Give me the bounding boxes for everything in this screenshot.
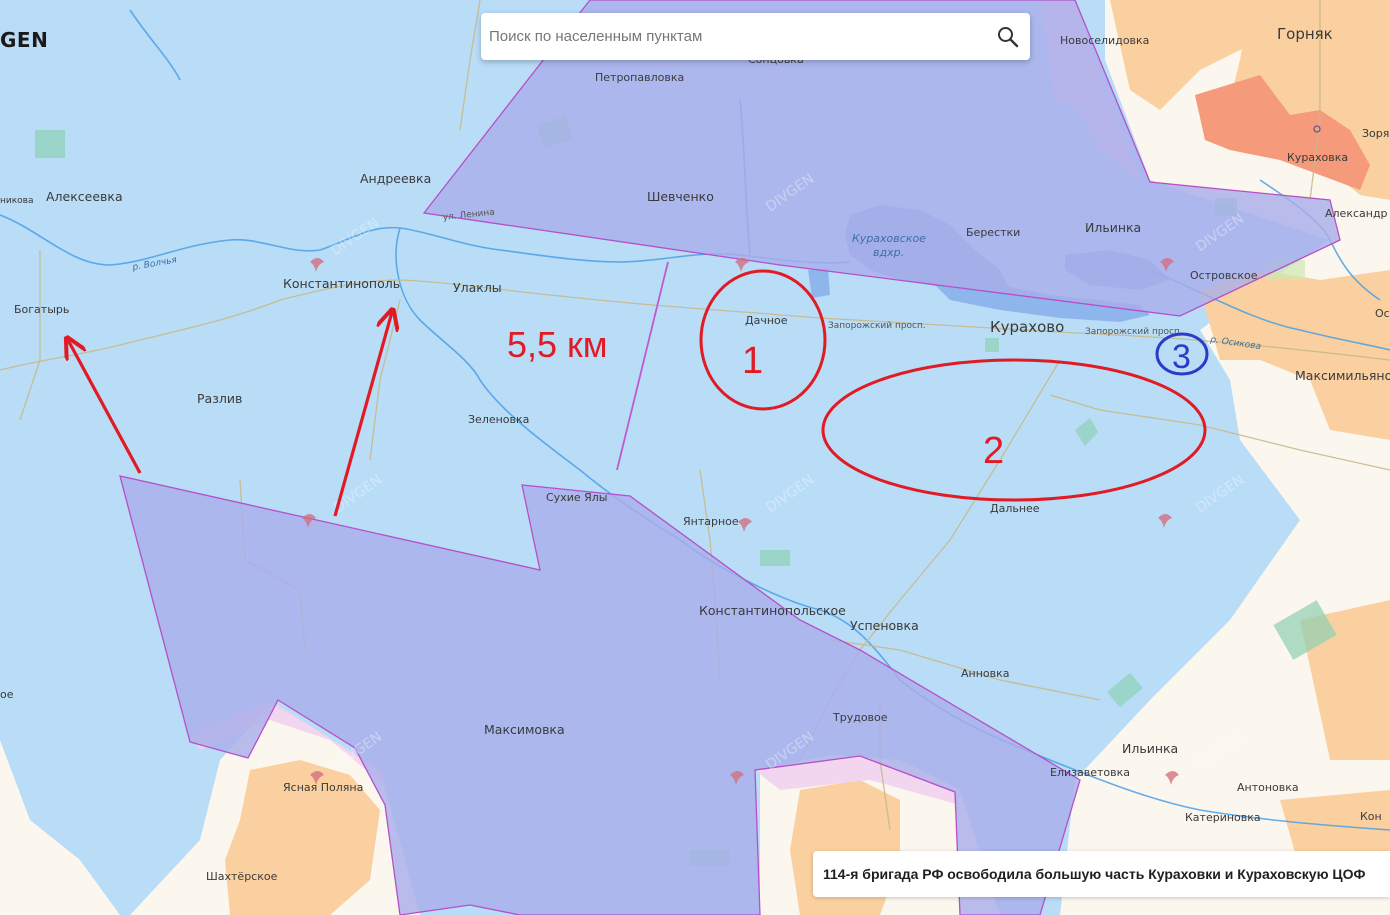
label-trudovoe: Трудовое [832, 711, 888, 724]
label-razliv: Разлив [197, 391, 242, 406]
search-input[interactable] [481, 13, 981, 60]
label-kurakhovo: Курахово [990, 318, 1064, 336]
label-annovka: Анновка [961, 667, 1010, 680]
label-gornyak: Горняк [1277, 25, 1333, 43]
label-kurakhovka: Кураховка [1287, 151, 1348, 164]
label-zorya: Зоря [1362, 127, 1389, 140]
label-bogatyr: Богатырь [14, 303, 69, 316]
label-zaporozhsky-1: Запорожский просп. [828, 321, 926, 331]
label-ilinka-south: Ильинка [1122, 741, 1178, 756]
label-yantarnoe: Янтарное [683, 515, 739, 528]
news-ticker[interactable]: 114-я бригада РФ освободила большую част… [813, 851, 1390, 897]
zone-2-label: 2 [983, 430, 1004, 472]
label-beresteki: Берестки [966, 226, 1020, 239]
label-reservoir-abbr: вдхр. [873, 246, 904, 259]
label-edge-nikova: никова [0, 196, 34, 206]
label-dalnee: Дальнее [990, 502, 1040, 515]
label-novoselidovka: Новоселидовка [1060, 34, 1149, 47]
label-dachnoe: Дачное [745, 314, 788, 327]
label-ostrovskoe: Островское [1190, 269, 1258, 282]
label-sukhie-yaly: Сухие Ялы [546, 491, 607, 504]
brand-logo: GEN [0, 28, 49, 52]
search-button[interactable] [994, 23, 1022, 51]
label-andreevka: Андреевка [360, 171, 431, 186]
label-aleksandropol: Александр [1325, 207, 1388, 220]
war-map[interactable]: Новоселидовка Горняк Сонцовка Петропавло… [0, 0, 1390, 915]
label-edge-oe: ое [0, 688, 14, 701]
label-kurakhovskoe-reservoir: Кураховское [852, 232, 926, 245]
label-alekseevka: Алексеевка [46, 189, 123, 204]
zone-1-label: 1 [742, 340, 763, 382]
label-maksimilyanovka: Максимильянов [1295, 368, 1390, 383]
label-zaporozhsky-2: Запорожский просп. [1085, 327, 1183, 337]
label-zelenovka: Зеленовка [468, 413, 529, 426]
label-shevchenko: Шевченко [647, 189, 714, 204]
label-ilinka-north: Ильинка [1085, 220, 1141, 235]
label-katerinovka: Катериновка [1185, 811, 1261, 824]
label-petropavlovka: Петропавловка [595, 71, 684, 84]
label-konstantinopolskoe: Константинопольское [699, 603, 846, 618]
news-headline[interactable]: 114-я бригада РФ освободила большую част… [823, 866, 1366, 882]
zone-3-label: 3 [1172, 338, 1191, 376]
label-ulakly: Улаклы [453, 280, 502, 295]
search-icon[interactable] [994, 23, 1022, 51]
label-edge-os: Ос [1375, 307, 1390, 320]
search-bar[interactable] [481, 13, 1030, 60]
label-konstantinopol: Константинополь [283, 276, 400, 291]
label-edge-kon: Кон [1360, 810, 1382, 823]
label-yasnaya-polyana: Ясная Поляна [283, 781, 363, 794]
label-antonovka: Антоновка [1237, 781, 1299, 794]
distance-label: 5,5 км [507, 324, 608, 365]
label-maksimovka: Максимовка [484, 722, 565, 737]
label-elizavetovka: Елизаветовка [1050, 766, 1130, 779]
label-uspenovka: Успеновка [850, 618, 919, 633]
label-shakhterskoe: Шахтёрское [206, 870, 278, 883]
